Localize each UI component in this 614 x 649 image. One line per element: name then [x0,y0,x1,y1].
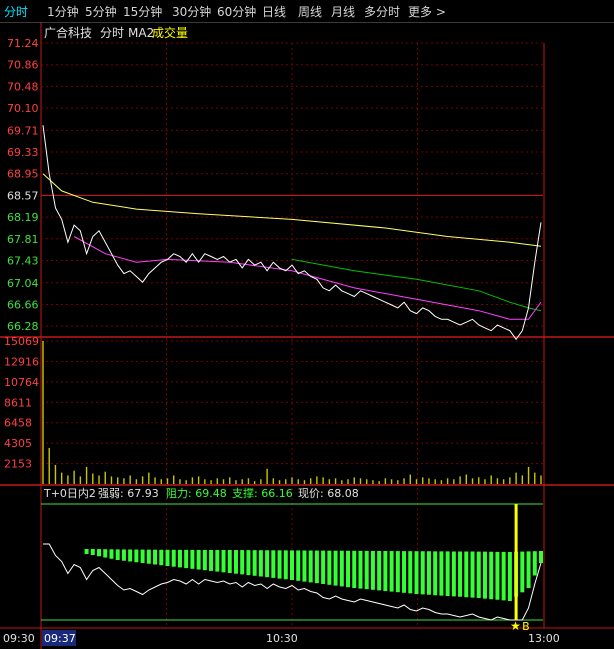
price-tick-label: 70.10 [7,102,39,115]
price-tick-label: 67.43 [7,255,39,268]
volume-tick-label: 10764 [4,376,39,389]
time-label-start: 09:30 [3,632,35,645]
price-tick-label: 71.24 [7,37,39,50]
intraday-chart: 广合科技 分时 MA2成交量 71.24 70.86 70.48 70.10 69.71 69.… [0,22,614,649]
price-tick-label: 66.66 [7,298,39,311]
volume-tick-label: 8611 [4,396,32,409]
volume-tick-label: 12916 [4,355,39,368]
mode-label: 分时 [100,26,124,40]
strength-label: 强弱: 67.93 [98,487,159,500]
buy-signal-star: ★ [510,619,521,633]
price-tick-label: 70.48 [7,80,39,93]
indicator-name: T+0日内2 [43,486,96,500]
volume-tick-label: 6458 [4,417,32,430]
price-tick-label: 69.33 [7,146,39,159]
price-tick-label: 69.71 [7,124,39,137]
volume-tick-label: 15069 [4,335,39,348]
price-line [42,125,542,341]
price-tick-label: 68.19 [7,211,39,224]
resistance-label: 阻力: 69.48 [166,487,227,500]
time-label-end: 13:00 [528,632,560,645]
stock-name: 广合科技 [44,25,92,40]
volume-tick-label: 4305 [4,437,32,450]
time-cursor-label: 09:37 [44,632,76,645]
price-label: 现价: 68.08 [298,487,359,500]
price-tick-label: 67.04 [7,277,39,290]
price-tick-label: 67.81 [7,233,39,246]
price-tick-label: 68.57 [7,189,39,202]
price-tick-label: 66.28 [7,320,39,333]
support-label: 支撑: 66.16 [232,486,293,500]
price-tick-label: 70.86 [7,59,39,72]
ma-label: MA2 [128,26,154,40]
ma-magenta-line [73,236,542,320]
volume-tick-label: 2153 [4,458,32,471]
time-label-mid: 10:30 [266,632,298,645]
ma-green-line [291,258,542,312]
price-tick-label: 68.95 [7,168,39,181]
volume-label: 成交量 [152,25,188,40]
